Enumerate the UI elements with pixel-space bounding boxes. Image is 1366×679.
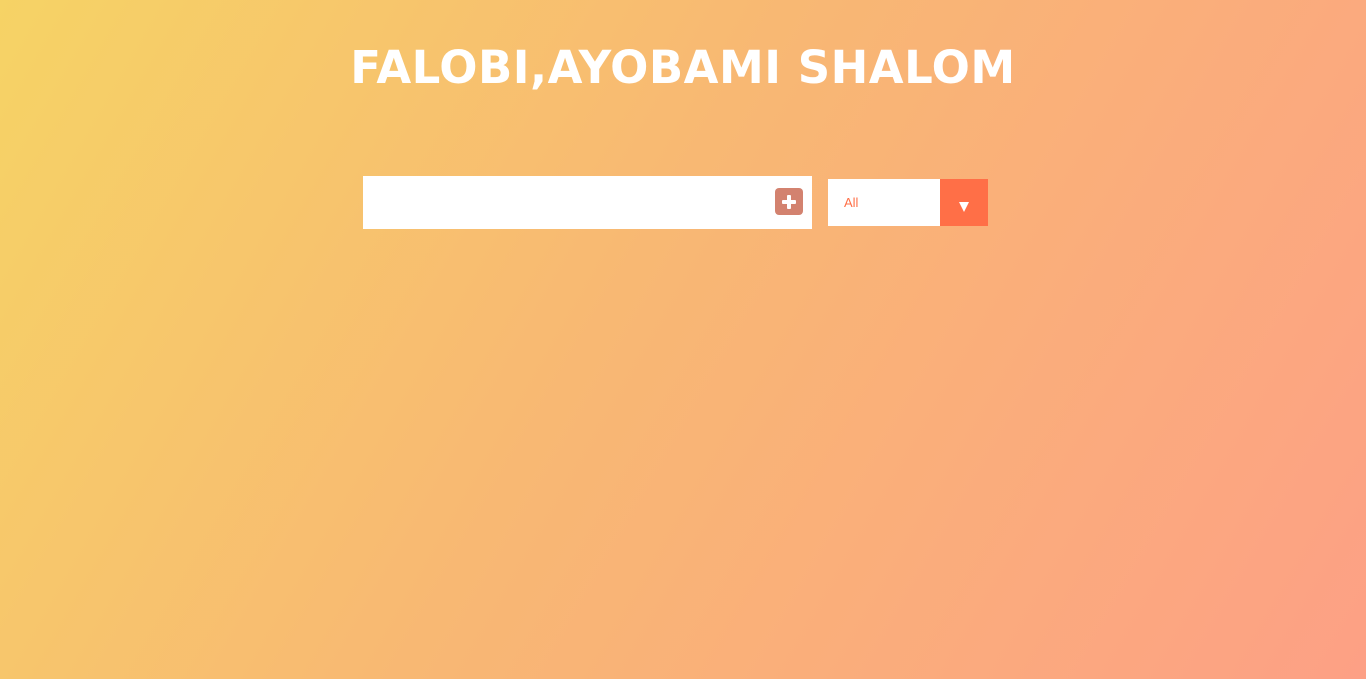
page-title: FALOBI,AYOBAMI SHALOM <box>350 41 1016 94</box>
add-todo-button[interactable] <box>775 188 803 215</box>
todo-input[interactable] <box>363 176 768 229</box>
todo-input-container <box>363 176 812 229</box>
plus-icon <box>782 194 796 209</box>
filter-dropdown-toggle[interactable] <box>940 179 988 226</box>
filter-select[interactable]: All <box>828 179 988 226</box>
chevron-down-icon <box>959 201 969 212</box>
filter-selected-value: All <box>844 195 859 210</box>
